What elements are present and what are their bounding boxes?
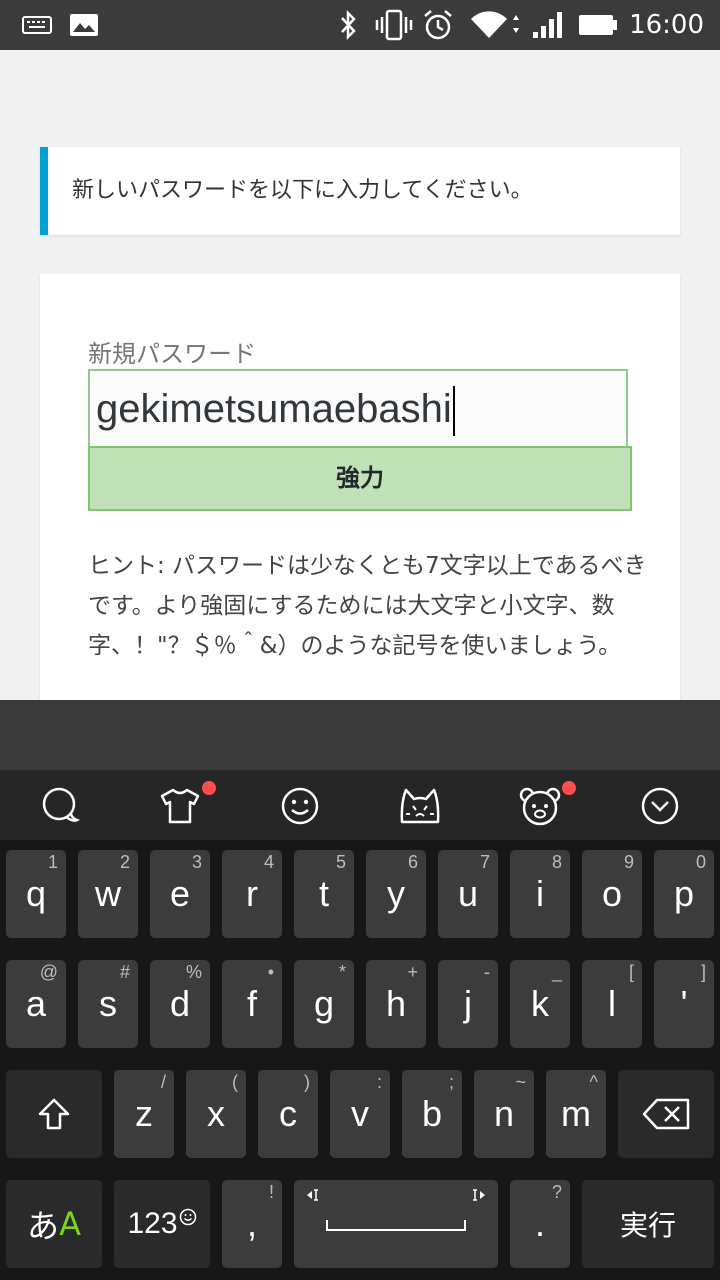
- notice-accent-bar: [40, 147, 48, 235]
- key-y[interactable]: 6y: [366, 850, 426, 938]
- key-u[interactable]: 7u: [438, 850, 498, 938]
- password-strength-indicator: 強力: [88, 446, 632, 511]
- key-apostrophe[interactable]: ] ': [654, 960, 714, 1048]
- backspace-key[interactable]: [618, 1070, 714, 1158]
- shift-key[interactable]: [6, 1070, 102, 1158]
- reset-password-form: 新規パスワード gekimetsumaebashi 強力 ヒント: パスワードは…: [40, 274, 680, 700]
- key-w[interactable]: 2w: [78, 850, 138, 938]
- comma-key[interactable]: !,: [222, 1180, 282, 1268]
- signal-icon: [530, 0, 566, 50]
- space-key[interactable]: [294, 1180, 498, 1268]
- tshirt-icon[interactable]: [120, 771, 240, 841]
- numbers-label: 123: [127, 1207, 178, 1240]
- image-icon: [68, 0, 100, 50]
- notice-message: 新しいパスワードを以下に入力してください。: [40, 147, 680, 235]
- key-n[interactable]: ~ n: [474, 1070, 534, 1158]
- key-d[interactable]: % d: [150, 960, 210, 1048]
- key-k[interactable]: _ k: [510, 960, 570, 1048]
- status-bar: 16:00: [0, 0, 720, 50]
- bear-face-icon[interactable]: [480, 771, 600, 841]
- password-value: gekimetsumaebashi: [96, 387, 452, 431]
- alphabet-label: A: [59, 1205, 81, 1243]
- vibrate-icon: [374, 0, 414, 50]
- enter-key[interactable]: 実行: [582, 1180, 714, 1268]
- hiragana-label: あ: [27, 1207, 60, 1245]
- key-e[interactable]: 3e: [150, 850, 210, 938]
- space-bar-icon: [326, 1220, 466, 1231]
- key-f[interactable]: • f: [222, 960, 282, 1048]
- battery-icon: [576, 0, 620, 50]
- keyboard-suggestion-bar: [0, 700, 720, 770]
- bluetooth-icon: [334, 0, 362, 50]
- key-p[interactable]: 0p: [654, 850, 714, 938]
- numbers-key[interactable]: 123: [114, 1180, 210, 1268]
- password-hint: ヒント: パスワードは少なくとも7文字以上であるべきです。より強固にするためには…: [88, 553, 647, 659]
- key-x[interactable]: (x: [186, 1070, 246, 1158]
- chevron-down-icon[interactable]: [600, 771, 720, 841]
- cursor-right-icon: [473, 1189, 485, 1201]
- keyboard-icon: [20, 0, 54, 50]
- clock-time: 16:00: [629, 10, 704, 40]
- key-t[interactable]: 5t: [294, 850, 354, 938]
- smiley-icon[interactable]: [240, 771, 360, 841]
- new-password-input[interactable]: gekimetsumaebashi: [88, 369, 628, 446]
- cursor-left-icon: [307, 1189, 318, 1201]
- key-m[interactable]: ^ m: [546, 1070, 606, 1158]
- keyboard-toolbar: [0, 770, 720, 841]
- key-o[interactable]: 9o: [582, 850, 642, 938]
- language-switch-key[interactable]: あA: [6, 1180, 102, 1268]
- key-c[interactable]: ) c: [258, 1070, 318, 1158]
- key-j[interactable]: -j: [438, 960, 498, 1048]
- key-v[interactable]: :v: [330, 1070, 390, 1158]
- keyboard-keys: 1q 2w 3e 4r 5t 6y 7u 8i 9o 0p @ a # s % d •…: [0, 840, 720, 1280]
- key-b[interactable]: ; b: [402, 1070, 462, 1158]
- shift-icon: [6, 1070, 102, 1158]
- key-r[interactable]: 4r: [222, 850, 282, 938]
- notice-text: 新しいパスワードを以下に入力してください。: [72, 178, 533, 203]
- backspace-icon: [618, 1070, 714, 1158]
- search-icon[interactable]: [0, 771, 120, 841]
- text-caret: [452, 386, 455, 437]
- key-h[interactable]: + h: [366, 960, 426, 1048]
- key-g[interactable]: * g: [294, 960, 354, 1048]
- tshirt-badge: [202, 781, 216, 795]
- key-i[interactable]: 8i: [510, 850, 570, 938]
- key-z[interactable]: / z: [114, 1070, 174, 1158]
- new-password-label: 新規パスワード: [88, 340, 256, 368]
- bear-badge: [562, 781, 576, 795]
- key-l[interactable]: [l: [582, 960, 642, 1048]
- wifi-icon: [468, 0, 520, 50]
- smiley-small-icon: [179, 1208, 196, 1226]
- cat-face-icon[interactable]: [360, 771, 480, 841]
- key-a[interactable]: @ a: [6, 960, 66, 1048]
- key-q[interactable]: 1q: [6, 850, 66, 938]
- period-key[interactable]: ?.: [510, 1180, 570, 1268]
- alarm-icon: [420, 0, 456, 50]
- key-s[interactable]: # s: [78, 960, 138, 1048]
